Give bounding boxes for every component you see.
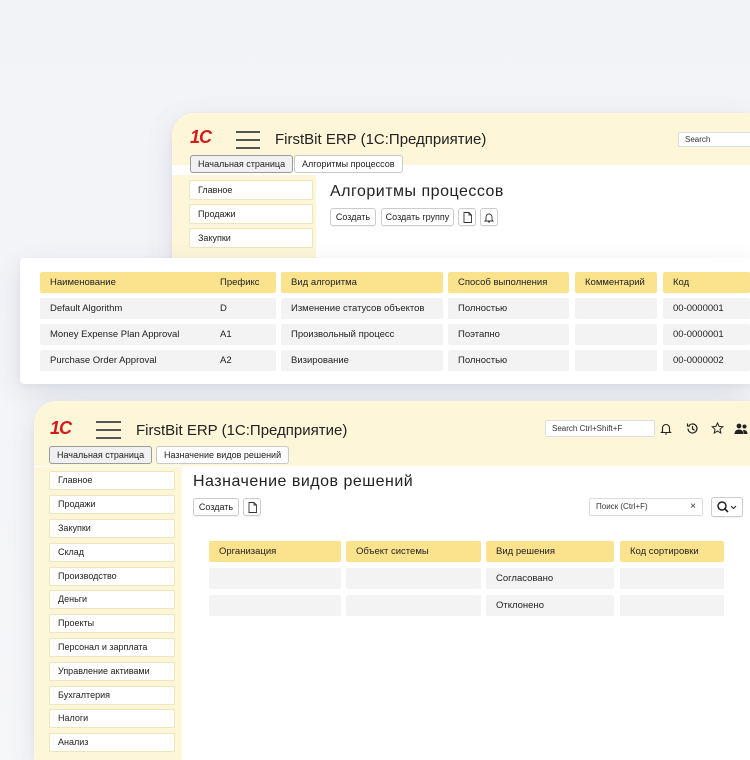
sidebar-item-projects[interactable]: Проекты xyxy=(49,614,175,633)
table-cell[interactable]: A1 xyxy=(210,324,276,345)
list-search-input[interactable]: Поиск (Ctrl+F) × xyxy=(589,498,703,516)
table-cell[interactable]: Полностью xyxy=(448,298,569,319)
table-cell[interactable]: A2 xyxy=(210,350,276,371)
table-cell[interactable] xyxy=(209,595,341,616)
table-cell[interactable] xyxy=(575,324,657,345)
back-sidebar-item-purchases[interactable]: Закупки xyxy=(189,228,313,248)
front-logo: 1С xyxy=(50,418,72,438)
sidebar-item-hr[interactable]: Персонал и зарплата xyxy=(49,638,175,657)
table-cell[interactable]: Default Algorithm xyxy=(40,298,224,319)
table-cell[interactable]: Визирование xyxy=(281,350,443,371)
front-tab-decision-types[interactable]: Назначение видов решений xyxy=(156,446,290,464)
front-window: 1С FirstBit ERP (1С:Предприятие) Search … xyxy=(34,401,750,760)
list-search-placeholder: Поиск (Ctrl+F) xyxy=(596,502,648,511)
table-cell[interactable]: 00-0000001 xyxy=(663,298,750,319)
back-sidebar-item-main[interactable]: Главное xyxy=(189,180,313,200)
back-app-title: FirstBit ERP (1С:Предприятие) xyxy=(275,131,487,148)
back-bell-icon[interactable] xyxy=(480,208,498,226)
col-header-code[interactable]: Код xyxy=(663,272,750,293)
front-page-title: Назначение видов решений xyxy=(193,473,414,490)
table-cell[interactable]: Согласовано xyxy=(486,568,614,589)
front-app-title: FirstBit ERP (1С:Предприятие) xyxy=(136,422,348,439)
back-tab-algorithms[interactable]: Алгоритмы процессов xyxy=(294,155,403,173)
bell-icon[interactable] xyxy=(660,422,672,435)
table-cell[interactable]: Поэтапно xyxy=(448,324,569,345)
sidebar-item-main[interactable]: Главное xyxy=(49,471,175,490)
back-search-input[interactable]: Search xyxy=(678,132,750,147)
history-icon[interactable] xyxy=(686,422,699,435)
front-menu-icon[interactable] xyxy=(96,421,121,445)
back-logo: 1С xyxy=(190,127,212,147)
search-options-button[interactable] xyxy=(711,497,743,517)
back-menu-icon[interactable] xyxy=(236,131,260,155)
back-page-title: Алгоритмы процессов xyxy=(330,183,504,200)
table-cell[interactable] xyxy=(346,568,481,589)
col-header-system-object[interactable]: Объект системы xyxy=(346,541,481,562)
algorithms-table-card: Наименование Префикс Вид алгоритма Спосо… xyxy=(20,258,750,384)
table-cell[interactable]: D xyxy=(210,298,276,319)
col-header-sort-code[interactable]: Код сортировки xyxy=(620,541,724,562)
users-icon[interactable] xyxy=(734,422,748,435)
front-search-input[interactable]: Search Ctrl+Shift+F xyxy=(545,420,655,437)
table-cell[interactable]: Произвольный процесс xyxy=(281,324,443,345)
col-header-organization[interactable]: Организация xyxy=(209,541,341,562)
sidebar-item-taxes[interactable]: Налоги xyxy=(49,709,175,728)
col-header-decision-type[interactable]: Вид решения xyxy=(486,541,614,562)
back-sidebar-item-sales[interactable]: Продажи xyxy=(189,204,313,224)
table-cell[interactable]: Purchase Order Approval xyxy=(40,350,224,371)
table-cell[interactable] xyxy=(346,595,481,616)
sidebar-item-production[interactable]: Производство xyxy=(49,567,175,586)
sidebar-item-warehouse[interactable]: Склад xyxy=(49,543,175,562)
col-header-execution[interactable]: Способ выполнения xyxy=(448,272,569,293)
sidebar-item-sales[interactable]: Продажи xyxy=(49,495,175,514)
table-cell[interactable]: Отклонено xyxy=(486,595,614,616)
back-create-group-button[interactable]: Создать группу xyxy=(381,208,454,226)
back-tab-home[interactable]: Начальная страница xyxy=(190,155,294,173)
star-icon[interactable] xyxy=(711,422,724,435)
sidebar-item-assets[interactable]: Управление активами xyxy=(49,662,175,681)
sidebar-item-purchases[interactable]: Закупки xyxy=(49,519,175,538)
table-cell[interactable]: Money Expense Plan Approval xyxy=(40,324,224,345)
col-header-name[interactable]: Наименование xyxy=(40,272,224,293)
back-create-button[interactable]: Создать xyxy=(330,208,376,226)
col-header-prefix[interactable]: Префикс xyxy=(210,272,276,293)
sidebar-item-money[interactable]: Деньги xyxy=(49,590,175,609)
table-cell[interactable]: Изменение статусов объектов xyxy=(281,298,443,319)
table-cell[interactable] xyxy=(209,568,341,589)
front-tab-home[interactable]: Начальная страница xyxy=(49,446,153,464)
front-create-button[interactable]: Создать xyxy=(193,498,239,516)
front-document-icon[interactable] xyxy=(243,498,261,516)
table-cell[interactable] xyxy=(575,350,657,371)
table-cell[interactable]: 00-0000002 xyxy=(663,350,750,371)
table-cell[interactable]: 00-0000001 xyxy=(663,324,750,345)
col-header-comment[interactable]: Комментарий xyxy=(575,272,657,293)
table-cell[interactable] xyxy=(620,568,724,589)
table-cell[interactable]: Полностью xyxy=(448,350,569,371)
col-header-algorithm-type[interactable]: Вид алгоритма xyxy=(281,272,443,293)
back-document-icon[interactable] xyxy=(458,208,476,226)
clear-search-icon[interactable]: × xyxy=(690,499,696,515)
table-cell[interactable] xyxy=(575,298,657,319)
sidebar-item-accounting[interactable]: Бухгалтерия xyxy=(49,686,175,705)
sidebar-item-analysis[interactable]: Анализ xyxy=(49,733,175,752)
table-cell[interactable] xyxy=(620,595,724,616)
